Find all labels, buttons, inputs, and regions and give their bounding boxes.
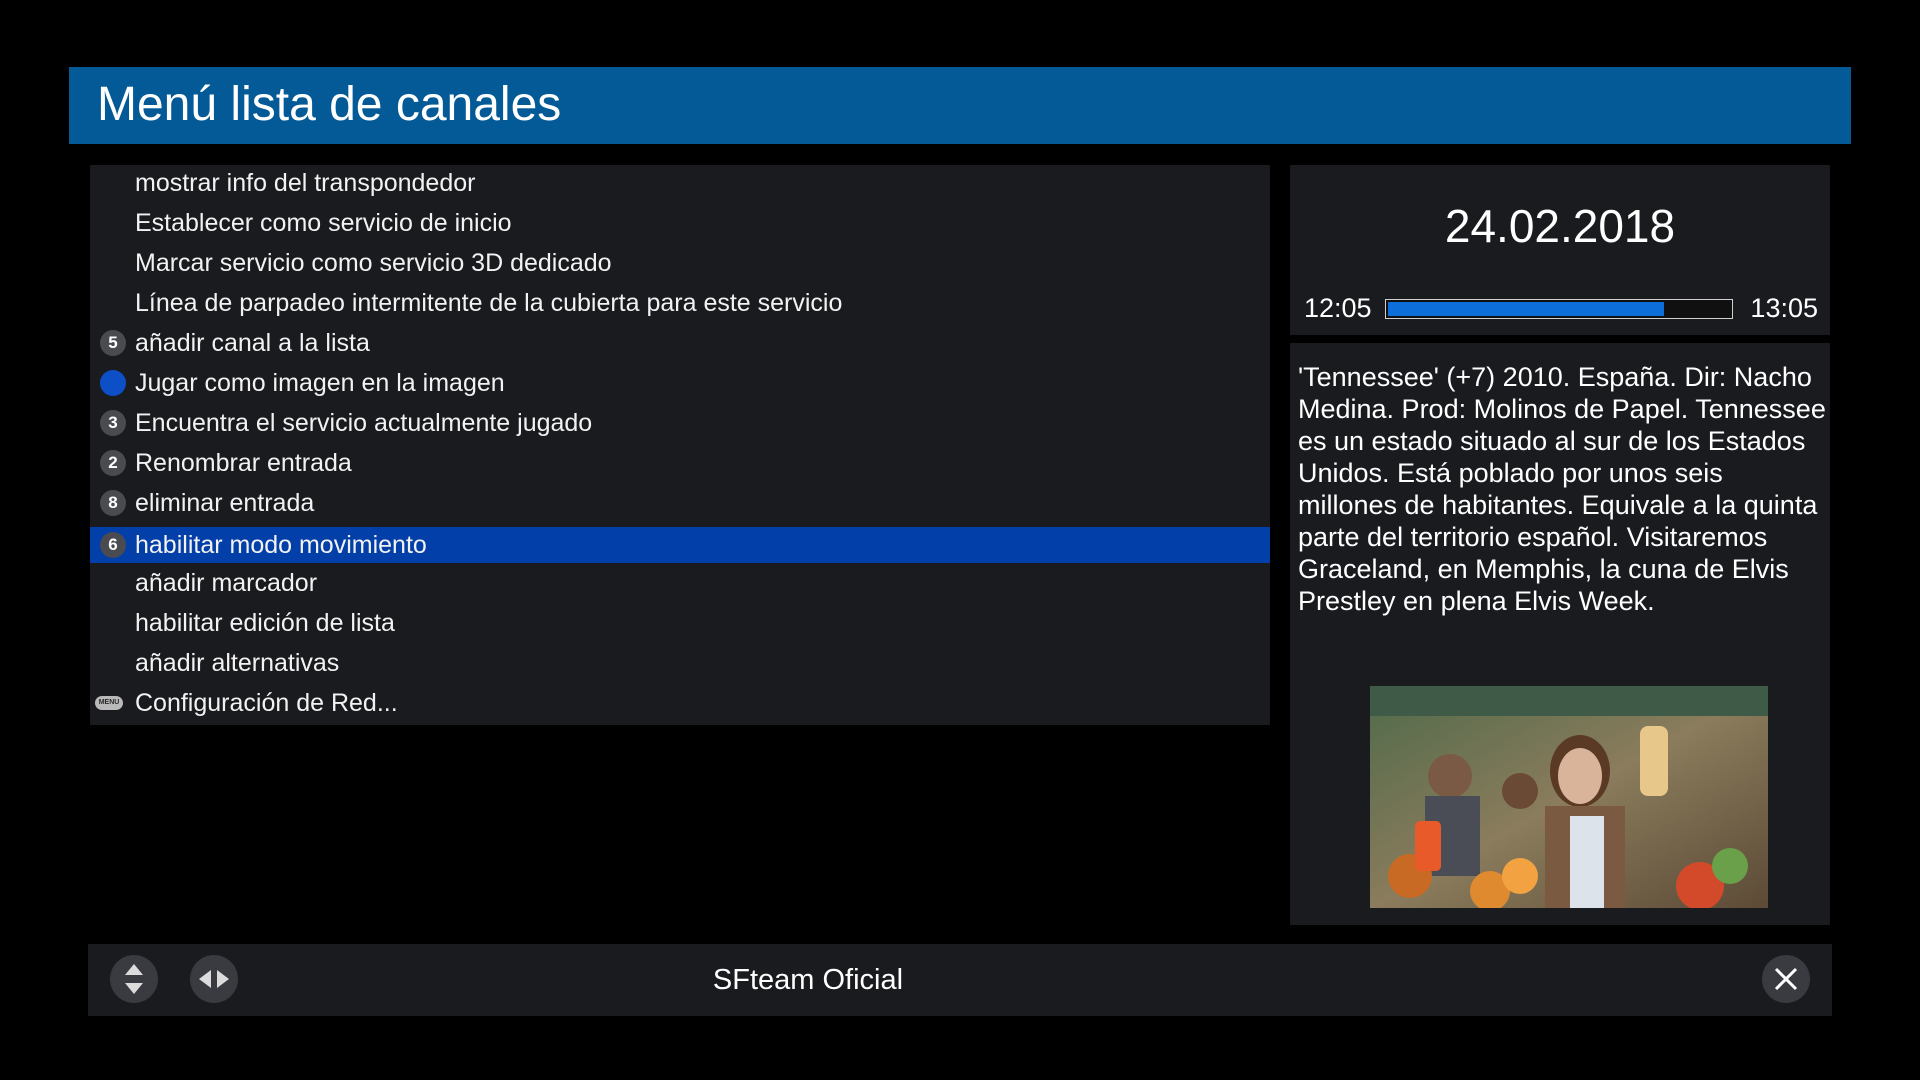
menu-item-label: Marcar servicio como servicio 3D dedicad…	[135, 249, 612, 277]
left-right-arrows-icon[interactable]	[190, 955, 238, 1003]
menu-item-label: mostrar info del transpondedor	[135, 169, 476, 197]
menu-item-pip[interactable]: Jugar como imagen en la imagen	[90, 365, 1270, 401]
key-2-icon: 2	[100, 450, 126, 476]
menu-item-network-config[interactable]: MENU Configuración de Red...	[90, 685, 1270, 721]
close-icon[interactable]	[1762, 955, 1810, 1003]
event-thumbnail-image	[1370, 686, 1768, 908]
blue-button-icon	[100, 370, 126, 396]
menu-item-rename[interactable]: 2 Renombrar entrada	[90, 445, 1270, 481]
menu-item-alternatives[interactable]: añadir alternativas	[90, 645, 1270, 681]
event-start-time: 12:05	[1304, 293, 1372, 323]
up-down-arrows-icon[interactable]	[110, 955, 158, 1003]
event-description: 'Tennessee' (+7) 2010. España. Dir: Nach…	[1298, 362, 1826, 616]
menu-item-transponder-info[interactable]: mostrar info del transpondedor	[90, 165, 1270, 201]
menu-item-label: Línea de parpadeo intermitente de la cub…	[135, 289, 843, 317]
menu-item-label: Encuentra el servicio actualmente jugado	[135, 409, 593, 437]
menu-item-label: habilitar edición de lista	[135, 609, 395, 637]
menu-item-label: eliminar entrada	[135, 489, 315, 517]
menu-item-label: habilitar modo movimiento	[135, 531, 427, 559]
context-menu-list: mostrar info del transpondedor Establece…	[90, 165, 1270, 725]
menu-item-label: Jugar como imagen en la imagen	[135, 369, 505, 397]
event-progress-fill	[1388, 302, 1665, 316]
key-6-icon: 6	[100, 532, 126, 558]
event-progress-bar	[1385, 299, 1733, 319]
footer-bar: SFteam Oficial	[88, 944, 1832, 1016]
menu-item-label: Configuración de Red...	[135, 689, 398, 717]
thumbnail-scene	[1370, 686, 1768, 908]
key-5-icon: 5	[100, 330, 126, 356]
menu-item-add-bookmark[interactable]: añadir marcador	[90, 565, 1270, 601]
footer-title: SFteam Oficial	[712, 964, 904, 996]
menu-item-label: añadir alternativas	[135, 649, 340, 677]
menu-key-icon: MENU	[95, 696, 123, 710]
event-end-time: 13:05	[1750, 293, 1818, 323]
menu-item-label: añadir marcador	[135, 569, 318, 597]
menu-item-add-channel[interactable]: 5 añadir canal a la lista	[90, 325, 1270, 361]
menu-item-label: Establecer como servicio de inicio	[135, 209, 512, 237]
menu-item-blink-line[interactable]: Línea de parpadeo intermitente de la cub…	[90, 285, 1270, 321]
key-8-icon: 8	[100, 490, 126, 516]
menu-item-list-edit[interactable]: habilitar edición de lista	[90, 605, 1270, 641]
event-date: 24.02.2018	[1444, 200, 1676, 252]
menu-item-move-mode[interactable]: 6 habilitar modo movimiento	[90, 527, 1270, 563]
event-time-panel: 24.02.2018 12:05 13:05	[1290, 165, 1830, 335]
key-3-icon: 3	[100, 410, 126, 436]
menu-item-3d-service[interactable]: Marcar servicio como servicio 3D dedicad…	[90, 245, 1270, 281]
menu-item-delete[interactable]: 8 eliminar entrada	[90, 485, 1270, 521]
menu-item-label: Renombrar entrada	[135, 449, 352, 477]
page-title: Menú lista de canales	[97, 78, 562, 131]
menu-item-startup-service[interactable]: Establecer como servicio de inicio	[90, 205, 1270, 241]
menu-item-find-current[interactable]: 3 Encuentra el servicio actualmente juga…	[90, 405, 1270, 441]
event-info-panel: 'Tennessee' (+7) 2010. España. Dir: Nach…	[1290, 343, 1830, 925]
title-bar: Menú lista de canales	[69, 67, 1851, 144]
menu-item-label: añadir canal a la lista	[135, 329, 370, 357]
